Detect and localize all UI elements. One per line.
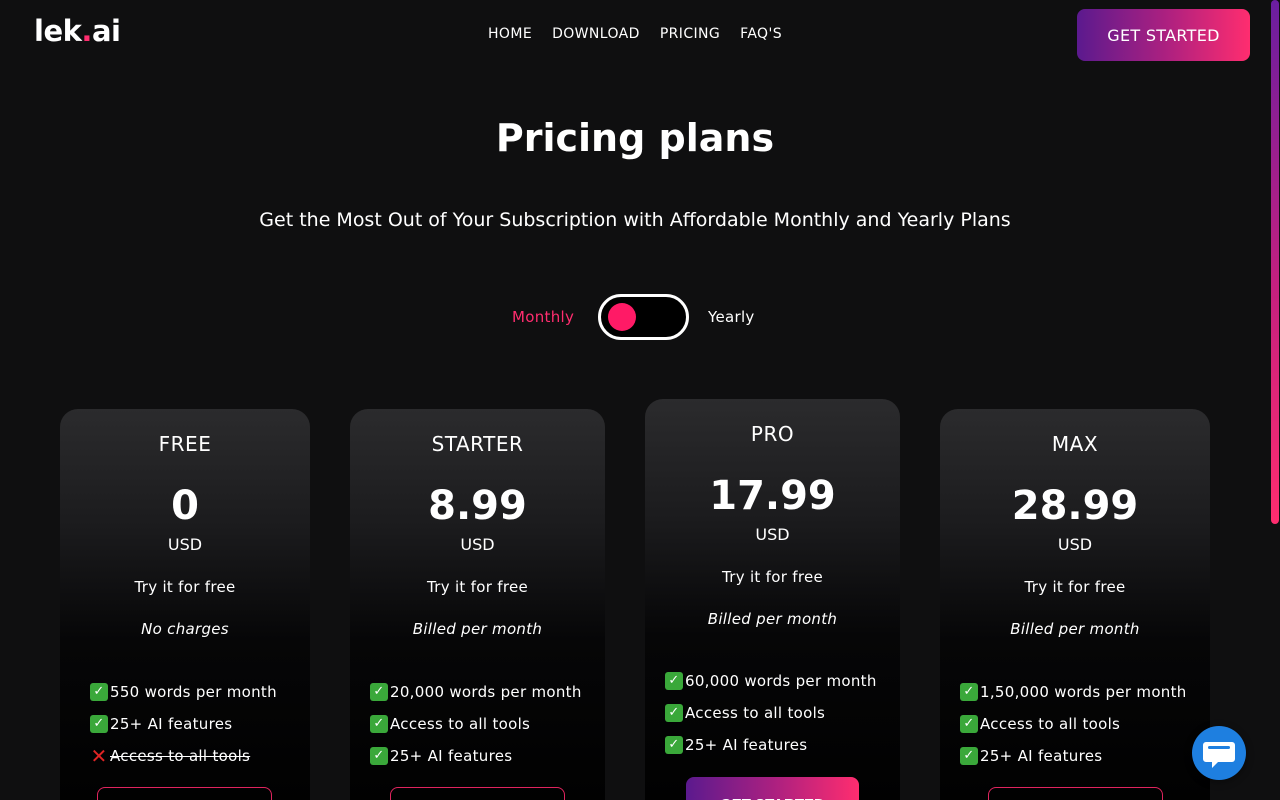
feature-item: ✓ 550 words per month bbox=[90, 676, 310, 708]
feature-item: ✓ 25+ AI features bbox=[90, 708, 310, 740]
plan-name: PRO bbox=[750, 422, 795, 446]
toggle-knob[interactable] bbox=[608, 303, 636, 331]
check-icon: ✓ bbox=[665, 704, 683, 722]
plan-price: 17.99 bbox=[709, 473, 836, 519]
feature-item: ✓ 25+ AI features bbox=[665, 729, 900, 761]
plan-currency: USD bbox=[167, 535, 203, 554]
check-icon: ✓ bbox=[90, 683, 108, 701]
yearly-label[interactable]: Yearly bbox=[708, 308, 755, 326]
feature-item: ✕ Access to all tools bbox=[90, 744, 251, 768]
check-icon: ✓ bbox=[960, 747, 978, 765]
chat-bubble-icon bbox=[1203, 742, 1235, 768]
feature-item: ✓ 25+ AI features bbox=[370, 740, 605, 772]
feature-item: ✓ 60,000 words per month bbox=[665, 665, 900, 697]
check-icon: ✓ bbox=[370, 747, 388, 765]
check-icon: ✓ bbox=[665, 736, 683, 754]
logo[interactable]: lek.ai bbox=[34, 14, 121, 48]
plan-billing-text: Billed per month bbox=[707, 610, 838, 628]
plan-currency: USD bbox=[755, 525, 790, 544]
feature-item: ✓ Access to all tools bbox=[370, 708, 605, 740]
scrollbar-thumb[interactable] bbox=[1271, 0, 1279, 524]
page-scrollbar[interactable] bbox=[1270, 0, 1280, 800]
plan-try-text: Try it for free bbox=[134, 578, 236, 596]
plan-card-pro: PRO 17.99 USD Try it for free Billed per… bbox=[645, 399, 900, 800]
get-started-button[interactable]: GET STARTED bbox=[1077, 9, 1250, 61]
feature-list: ✓ 550 words per month ✓ 25+ AI features ✕ A… bbox=[90, 676, 310, 772]
plan-price: 0 bbox=[171, 483, 199, 529]
plan-try-text: Try it for free bbox=[1024, 578, 1126, 596]
page-subtitle: Get the Most Out of Your Subscription wi… bbox=[259, 209, 1011, 231]
plan-try-text: Try it for free bbox=[426, 578, 529, 596]
chat-widget-button[interactable] bbox=[1192, 726, 1246, 780]
nav-home[interactable]: HOME bbox=[488, 26, 532, 42]
nav-pricing[interactable]: PRICING bbox=[660, 26, 720, 42]
plan-select-button[interactable] bbox=[97, 787, 272, 800]
plan-price: 28.99 bbox=[1011, 483, 1139, 529]
check-icon: ✓ bbox=[960, 683, 978, 701]
plan-select-button[interactable] bbox=[988, 787, 1163, 800]
check-icon: ✓ bbox=[665, 672, 683, 690]
plan-billing-text: No charges bbox=[141, 620, 229, 638]
plan-try-text: Try it for free bbox=[721, 568, 824, 586]
main-nav: HOME DOWNLOAD PRICING FAQ'S bbox=[488, 26, 782, 42]
plan-name: FREE bbox=[158, 432, 212, 456]
plan-currency: USD bbox=[1057, 535, 1093, 554]
nav-faqs[interactable]: FAQ'S bbox=[740, 26, 782, 42]
feature-item: ✓ Access to all tools bbox=[665, 697, 900, 729]
plan-price: 8.99 bbox=[428, 483, 527, 529]
plan-name: MAX bbox=[1051, 432, 1099, 456]
check-icon: ✓ bbox=[90, 715, 108, 733]
pro-get-started-button[interactable]: GET STARTED bbox=[686, 777, 859, 800]
billing-toggle[interactable] bbox=[598, 294, 689, 340]
feature-list: ✓ 1,50,000 words per month ✓ Access to all… bbox=[960, 676, 1210, 772]
feature-list: ✓ 60,000 words per month ✓ Access to all t… bbox=[665, 665, 900, 761]
feature-item: ✓ 20,000 words per month bbox=[370, 676, 605, 708]
billing-toggle-row: Monthly Yearly bbox=[0, 294, 1270, 340]
nav-download[interactable]: DOWNLOAD bbox=[552, 26, 640, 42]
plan-billing-text: Billed per month bbox=[1010, 620, 1140, 638]
plan-billing-text: Billed per month bbox=[412, 620, 543, 638]
plan-select-button[interactable] bbox=[390, 787, 565, 800]
feature-item: ✓ 25+ AI features bbox=[960, 740, 1210, 772]
feature-list: ✓ 20,000 words per month ✓ Access to all t… bbox=[370, 676, 605, 772]
plan-card-starter: STARTER 8.99 USD Try it for free Billed … bbox=[350, 409, 605, 800]
plan-currency: USD bbox=[460, 535, 495, 554]
monthly-label[interactable]: Monthly bbox=[512, 308, 574, 326]
check-icon: ✓ bbox=[960, 715, 978, 733]
page-title: Pricing plans bbox=[495, 116, 775, 160]
plan-card-max: MAX 28.99 USD Try it for free Billed per… bbox=[940, 409, 1210, 800]
feature-item: ✓ Access to all tools bbox=[960, 708, 1210, 740]
check-icon: ✓ bbox=[370, 683, 388, 701]
site-header: lek.ai HOME DOWNLOAD PRICING FAQ'S GET S… bbox=[0, 0, 1280, 70]
cross-icon: ✕ bbox=[90, 744, 108, 768]
plan-card-free: FREE 0 USD Try it for free No charges ✓ 5… bbox=[60, 409, 310, 800]
feature-item: ✓ 1,50,000 words per month bbox=[960, 676, 1210, 708]
check-icon: ✓ bbox=[370, 715, 388, 733]
plan-name: STARTER bbox=[431, 432, 524, 456]
